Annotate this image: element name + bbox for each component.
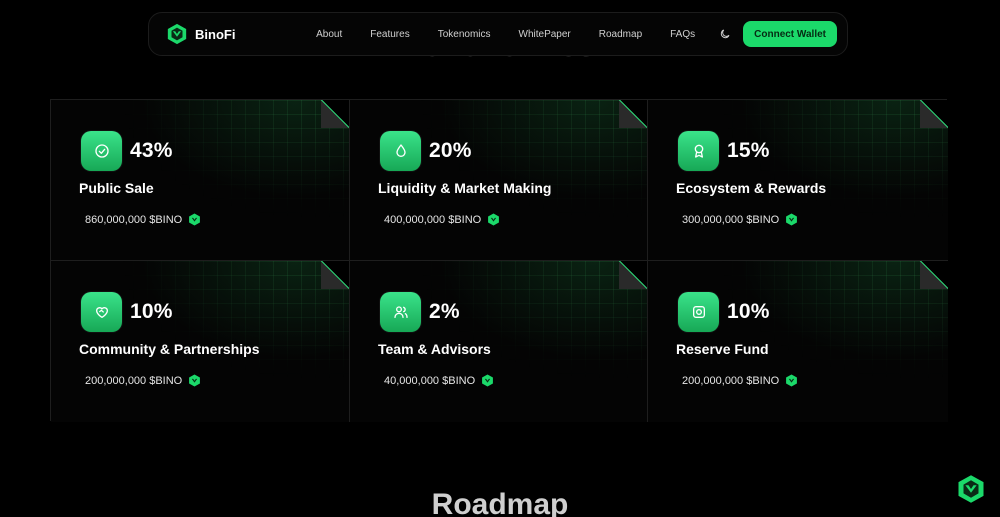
card-percent: 20% (429, 139, 472, 162)
bino-token-icon (786, 374, 798, 387)
card-amount-text: 300,000,000 $BINO (682, 213, 780, 226)
card-title: Ecosystem & Rewards (676, 180, 827, 196)
card-percent: 10% (727, 300, 770, 323)
card-title: Team & Advisors (378, 341, 491, 357)
users-icon (380, 292, 421, 332)
card-title: Liquidity & Market Making (378, 180, 552, 196)
section-title-roadmap: Roadmap (431, 488, 569, 517)
bino-token-icon (488, 213, 500, 226)
card-amount: 860,000,000 $BINO (85, 213, 201, 226)
tokenomics-grid: 43% Public Sale 860,000,000 $BINO 20% Li… (50, 99, 948, 422)
tokenomics-card-ecosystem: 15% Ecosystem & Rewards 300,000,000 $BIN… (648, 100, 948, 261)
check-circle-icon (81, 131, 122, 171)
card-head: 15% (678, 131, 770, 171)
card-amount-text: 200,000,000 $BINO (682, 374, 780, 387)
binofi-logo-icon (167, 23, 187, 45)
corner-fold (619, 261, 647, 289)
bino-token-icon (189, 374, 201, 387)
card-amount: 400,000,000 $BINO (384, 213, 500, 226)
card-head: 2% (380, 292, 460, 332)
tokenomics-card-community: 10% Community & Partnerships 200,000,000… (51, 261, 350, 422)
nav-link-tokenomics[interactable]: Tokenomics (424, 29, 505, 40)
nav-link-about[interactable]: About (302, 29, 356, 40)
brand-name: BinoFi (195, 26, 236, 42)
brand[interactable]: BinoFi (166, 23, 235, 45)
bino-token-icon (786, 213, 798, 226)
nav-link-faqs[interactable]: FAQs (656, 29, 709, 40)
card-percent: 15% (727, 139, 770, 162)
bino-token-icon (189, 213, 201, 226)
navbar: BinoFi About Features Tokenomics WhitePa… (148, 12, 848, 56)
award-icon (678, 131, 719, 171)
tokenomics-card-team: 2% Team & Advisors 40,000,000 $BINO (350, 261, 648, 422)
corner-fold (619, 100, 647, 128)
connect-wallet-button[interactable]: Connect Wallet (743, 21, 837, 47)
moon-icon[interactable] (719, 28, 731, 40)
card-amount-text: 40,000,000 $BINO (384, 374, 476, 387)
corner-fold (920, 100, 948, 128)
corner-fold (920, 261, 948, 289)
tokenomics-card-reserve: 10% Reserve Fund 200,000,000 $BINO (648, 261, 948, 422)
nav-link-whitepaper[interactable]: WhitePaper (505, 29, 585, 40)
card-amount-text: 860,000,000 $BINO (85, 213, 183, 226)
card-head: 20% (380, 131, 472, 171)
card-title: Community & Partnerships (79, 341, 260, 357)
droplet-icon (380, 131, 421, 171)
card-amount-text: 400,000,000 $BINO (384, 213, 482, 226)
corner-fold (321, 100, 349, 128)
card-amount-text: 200,000,000 $BINO (85, 374, 183, 387)
card-head: 43% (81, 131, 173, 171)
card-title: Public Sale (79, 180, 154, 196)
nav-link-roadmap[interactable]: Roadmap (585, 29, 656, 40)
card-head: 10% (678, 292, 770, 332)
floating-binofi-logo-icon[interactable] (956, 474, 986, 504)
heart-handshake-icon (81, 292, 122, 332)
nav-links: About Features Tokenomics WhitePaper Roa… (302, 21, 837, 47)
card-amount: 200,000,000 $BINO (682, 374, 798, 387)
card-title: Reserve Fund (676, 341, 769, 357)
safe-icon (678, 292, 719, 332)
card-percent: 2% (429, 300, 460, 323)
card-percent: 10% (130, 300, 173, 323)
card-amount: 40,000,000 $BINO (384, 374, 494, 387)
tokenomics-card-public-sale: 43% Public Sale 860,000,000 $BINO (51, 100, 350, 261)
bino-token-icon (482, 374, 494, 387)
card-percent: 43% (130, 139, 173, 162)
corner-fold (321, 261, 349, 289)
card-amount: 200,000,000 $BINO (85, 374, 201, 387)
card-amount: 300,000,000 $BINO (682, 213, 798, 226)
tokenomics-card-liquidity: 20% Liquidity & Market Making 400,000,00… (350, 100, 648, 261)
nav-link-features[interactable]: Features (356, 29, 423, 40)
card-head: 10% (81, 292, 173, 332)
